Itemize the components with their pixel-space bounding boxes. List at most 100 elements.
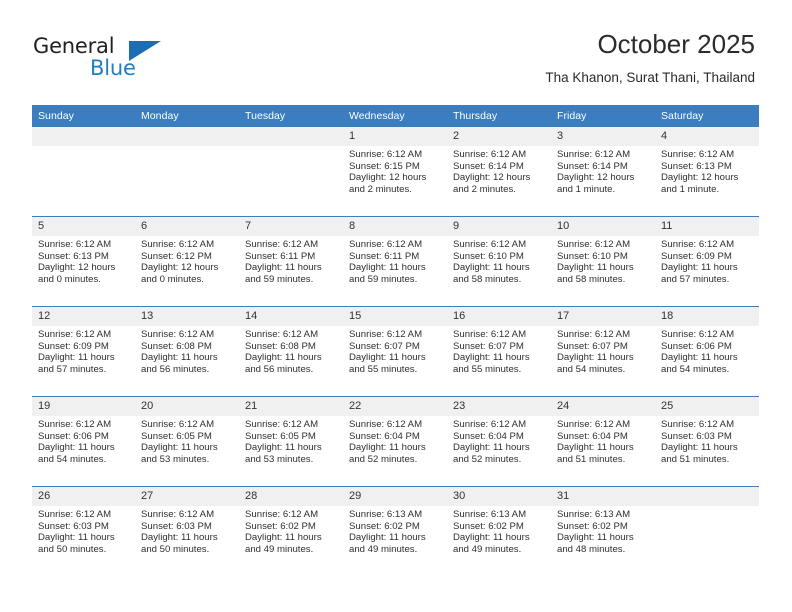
day-detail-sunrise: Sunrise: 6:12 AM	[661, 239, 735, 250]
day-details: Sunrise: 6:12 AM Sunset: 6:10 PM Daylight:…	[551, 236, 655, 285]
day-cell-inner: 30 Sunrise: 6:13 AM Sunset: 6:02 PM Dayligh…	[447, 487, 551, 576]
day-detail-daylight1: Daylight: 11 hours	[349, 532, 426, 544]
day-detail-daylight2: and 58 minutes.	[453, 273, 522, 285]
day-detail-daylight1: Daylight: 11 hours	[661, 352, 738, 364]
day-details: Sunrise: 6:12 AM Sunset: 6:09 PM Daylight:…	[655, 236, 759, 285]
day-detail-sunrise: Sunrise: 6:12 AM	[349, 239, 423, 250]
day-cell-inner: 21 Sunrise: 6:12 AM Sunset: 6:05 PM Dayligh…	[239, 397, 343, 486]
day-detail-sunset: Sunset: 6:13 PM	[661, 160, 732, 172]
day-detail-sunset: Sunset: 6:14 PM	[453, 160, 524, 172]
calendar-day-cell[interactable]: 23 Sunrise: 6:12 AM Sunset: 6:04 PM Dayligh…	[447, 396, 551, 487]
day-detail-daylight1: Daylight: 11 hours	[557, 532, 634, 544]
calendar-day-cell[interactable]: 22 Sunrise: 6:12 AM Sunset: 6:04 PM Dayligh…	[343, 396, 447, 487]
calendar-day-cell[interactable]: 25 Sunrise: 6:12 AM Sunset: 6:03 PM Dayligh…	[655, 396, 759, 487]
day-detail-sunrise: Sunrise: 6:12 AM	[557, 149, 631, 160]
day-detail-sunrise: Sunrise: 6:12 AM	[349, 329, 423, 340]
day-details: Sunrise: 6:12 AM Sunset: 6:07 PM Daylight:…	[447, 326, 551, 375]
day-cell-inner: 26 Sunrise: 6:12 AM Sunset: 6:03 PM Dayligh…	[32, 487, 135, 576]
day-cell-inner: 25 Sunrise: 6:12 AM Sunset: 6:03 PM Dayligh…	[655, 397, 759, 486]
day-cell-inner: 23 Sunrise: 6:12 AM Sunset: 6:04 PM Dayligh…	[447, 397, 551, 486]
day-details: Sunrise: 6:12 AM Sunset: 6:03 PM Daylight:…	[135, 506, 239, 555]
calendar-day-cell[interactable]: 8 Sunrise: 6:12 AM Sunset: 6:11 PM Daylight…	[343, 216, 447, 307]
day-detail-daylight2: and 56 minutes.	[141, 363, 210, 375]
day-cell-inner	[32, 127, 135, 216]
day-detail-sunrise: Sunrise: 6:12 AM	[38, 329, 112, 340]
day-detail-sunset: Sunset: 6:04 PM	[453, 430, 524, 442]
day-number: 30	[447, 487, 551, 506]
calendar-day-cell[interactable]: 2 Sunrise: 6:12 AM Sunset: 6:14 PM Daylight…	[447, 127, 551, 217]
calendar-day-cell[interactable]: 14 Sunrise: 6:12 AM Sunset: 6:08 PM Dayligh…	[239, 306, 343, 397]
day-detail-daylight2: and 49 minutes.	[453, 543, 522, 555]
calendar-day-cell[interactable]: 27 Sunrise: 6:12 AM Sunset: 6:03 PM Dayligh…	[135, 486, 239, 576]
calendar-week-row: 1 Sunrise: 6:12 AM Sunset: 6:15 PM Daylight…	[32, 127, 759, 217]
calendar-day-cell[interactable]: 16 Sunrise: 6:12 AM Sunset: 6:07 PM Dayligh…	[447, 306, 551, 397]
day-detail-sunset: Sunset: 6:12 PM	[141, 250, 212, 262]
day-detail-daylight2: and 55 minutes.	[349, 363, 418, 375]
calendar-day-cell[interactable]: 24 Sunrise: 6:12 AM Sunset: 6:04 PM Dayligh…	[551, 396, 655, 487]
calendar-day-cell[interactable]: 31 Sunrise: 6:13 AM Sunset: 6:02 PM Dayligh…	[551, 486, 655, 576]
day-cell-inner: 5 Sunrise: 6:12 AM Sunset: 6:13 PM Daylight…	[32, 217, 135, 306]
calendar-week-row: 26 Sunrise: 6:12 AM Sunset: 6:03 PM Dayligh…	[32, 486, 759, 576]
day-detail-daylight1: Daylight: 11 hours	[661, 442, 738, 454]
day-cell-inner: 31 Sunrise: 6:13 AM Sunset: 6:02 PM Dayligh…	[551, 487, 655, 576]
calendar-day-cell[interactable]: 29 Sunrise: 6:13 AM Sunset: 6:02 PM Dayligh…	[343, 486, 447, 576]
day-detail-daylight2: and 50 minutes.	[38, 543, 107, 555]
day-detail-sunrise: Sunrise: 6:12 AM	[453, 329, 527, 340]
calendar-day-cell[interactable]: 7 Sunrise: 6:12 AM Sunset: 6:11 PM Daylight…	[239, 216, 343, 307]
day-detail-sunrise: Sunrise: 6:12 AM	[349, 419, 423, 430]
day-detail-daylight2: and 56 minutes.	[245, 363, 314, 375]
day-detail-sunset: Sunset: 6:05 PM	[141, 430, 212, 442]
day-detail-sunset: Sunset: 6:11 PM	[349, 250, 420, 262]
day-detail-daylight1: Daylight: 11 hours	[38, 352, 115, 364]
calendar-day-cell[interactable]: 26 Sunrise: 6:12 AM Sunset: 6:03 PM Dayligh…	[32, 486, 135, 576]
calendar-day-cell[interactable]: 13 Sunrise: 6:12 AM Sunset: 6:08 PM Dayligh…	[135, 306, 239, 397]
calendar-day-cell[interactable]: 19 Sunrise: 6:12 AM Sunset: 6:06 PM Dayligh…	[32, 396, 135, 487]
day-detail-daylight2: and 1 minute.	[661, 183, 720, 195]
day-detail-daylight2: and 58 minutes.	[557, 273, 626, 285]
day-detail-daylight1: Daylight: 11 hours	[141, 352, 218, 364]
day-detail-sunrise: Sunrise: 6:12 AM	[349, 149, 423, 160]
calendar-day-cell[interactable]: 12 Sunrise: 6:12 AM Sunset: 6:09 PM Dayligh…	[32, 306, 135, 397]
day-cell-inner: 7 Sunrise: 6:12 AM Sunset: 6:11 PM Daylight…	[239, 217, 343, 306]
day-detail-sunset: Sunset: 6:03 PM	[141, 520, 212, 532]
day-number: 31	[551, 487, 655, 506]
day-detail-sunrise: Sunrise: 6:12 AM	[661, 149, 735, 160]
calendar-day-cell[interactable]: 15 Sunrise: 6:12 AM Sunset: 6:07 PM Dayligh…	[343, 306, 447, 397]
day-detail-daylight2: and 55 minutes.	[453, 363, 522, 375]
calendar-day-cell[interactable]: 9 Sunrise: 6:12 AM Sunset: 6:10 PM Daylight…	[447, 216, 551, 307]
day-number: 6	[135, 217, 239, 236]
day-detail-sunset: Sunset: 6:03 PM	[661, 430, 732, 442]
day-number: 25	[655, 397, 759, 416]
logo-text-blue: Blue	[90, 56, 136, 80]
calendar-day-cell[interactable]: 18 Sunrise: 6:12 AM Sunset: 6:06 PM Dayligh…	[655, 306, 759, 397]
day-detail-daylight2: and 54 minutes.	[661, 363, 730, 375]
calendar-day-cell[interactable]: 1 Sunrise: 6:12 AM Sunset: 6:15 PM Daylight…	[343, 127, 447, 217]
day-number: 10	[551, 217, 655, 236]
calendar-day-cell[interactable]: 6 Sunrise: 6:12 AM Sunset: 6:12 PM Daylight…	[135, 216, 239, 307]
general-blue-logo[interactable]: General Blue	[33, 34, 183, 86]
calendar-day-cell[interactable]: 30 Sunrise: 6:13 AM Sunset: 6:02 PM Dayligh…	[447, 486, 551, 576]
day-details: Sunrise: 6:12 AM Sunset: 6:05 PM Daylight:…	[135, 416, 239, 465]
day-details: Sunrise: 6:12 AM Sunset: 6:14 PM Daylight:…	[447, 146, 551, 195]
calendar-day-cell[interactable]: 10 Sunrise: 6:12 AM Sunset: 6:10 PM Dayligh…	[551, 216, 655, 307]
day-cell-inner: 11 Sunrise: 6:12 AM Sunset: 6:09 PM Dayligh…	[655, 217, 759, 306]
logo-text-general: General	[33, 34, 115, 58]
day-detail-daylight1: Daylight: 11 hours	[453, 352, 530, 364]
calendar-day-cell[interactable]: 21 Sunrise: 6:12 AM Sunset: 6:05 PM Dayligh…	[239, 396, 343, 487]
calendar-day-cell[interactable]: 5 Sunrise: 6:12 AM Sunset: 6:13 PM Daylight…	[32, 216, 135, 307]
calendar-day-cell[interactable]: 11 Sunrise: 6:12 AM Sunset: 6:09 PM Dayligh…	[655, 216, 759, 307]
calendar-day-cell[interactable]: 3 Sunrise: 6:12 AM Sunset: 6:14 PM Daylight…	[551, 127, 655, 217]
calendar-body: 1 Sunrise: 6:12 AM Sunset: 6:15 PM Daylight…	[32, 127, 759, 576]
day-detail-sunset: Sunset: 6:13 PM	[38, 250, 109, 262]
calendar-page: General Blue October 2025 Tha Khanon, Su…	[0, 0, 792, 612]
calendar-day-cell[interactable]: 28 Sunrise: 6:12 AM Sunset: 6:02 PM Dayligh…	[239, 486, 343, 576]
day-cell-inner: 18 Sunrise: 6:12 AM Sunset: 6:06 PM Dayligh…	[655, 307, 759, 396]
calendar-day-cell[interactable]: 4 Sunrise: 6:12 AM Sunset: 6:13 PM Daylight…	[655, 127, 759, 217]
day-detail-sunrise: Sunrise: 6:12 AM	[38, 509, 112, 520]
calendar-day-cell[interactable]: 17 Sunrise: 6:12 AM Sunset: 6:07 PM Dayligh…	[551, 306, 655, 397]
day-details: Sunrise: 6:12 AM Sunset: 6:04 PM Daylight:…	[343, 416, 447, 465]
weekday-header-sunday: Sunday	[32, 105, 135, 127]
day-number: 1	[343, 127, 447, 146]
day-cell-inner: 28 Sunrise: 6:12 AM Sunset: 6:02 PM Dayligh…	[239, 487, 343, 576]
calendar-day-cell[interactable]: 20 Sunrise: 6:12 AM Sunset: 6:05 PM Dayligh…	[135, 396, 239, 487]
